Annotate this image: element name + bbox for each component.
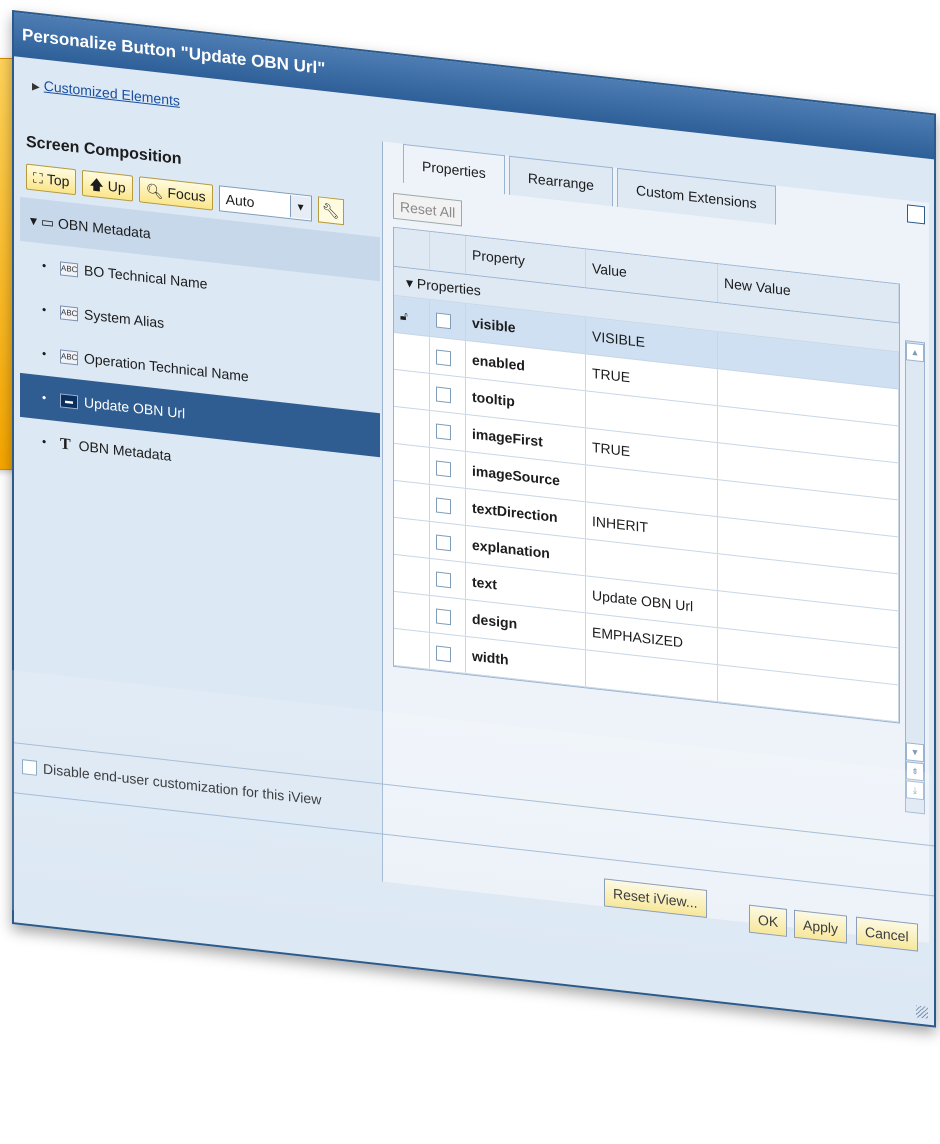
settings-wrench-button[interactable]: 🔧︎ (317, 196, 344, 226)
composition-tree: ▾ ▭ OBN Metadata • ABC BO Technical Name … (20, 196, 380, 501)
check-cell (430, 595, 466, 636)
tree-label: Update OBN Url (84, 394, 186, 422)
abc-field-icon: ABC (60, 349, 78, 366)
check-cell (430, 410, 466, 451)
lock-cell (394, 554, 430, 595)
tree-label: OBN Metadata (58, 215, 151, 242)
row-checkbox[interactable] (436, 312, 451, 330)
stage: Personalize Button "Update OBN Url" ▶ Cus… (0, 0, 940, 1144)
tree-label: Operation Technical Name (84, 350, 249, 385)
top-label: Top (46, 170, 70, 190)
abc-field-icon: ABC (60, 305, 78, 322)
text-icon: T (60, 435, 71, 454)
arrow-up-icon: 🡅 (89, 175, 104, 194)
customized-elements-row: ▶ Customized Elements (32, 76, 180, 109)
bullet-icon: • (42, 302, 47, 317)
check-cell (430, 447, 466, 488)
check-cell (430, 299, 466, 340)
lock-cell (394, 480, 430, 521)
focus-button[interactable]: 🔍︎ Focus (138, 176, 213, 211)
tab-rearrange[interactable]: Rearrange (508, 155, 613, 207)
row-checkbox[interactable] (436, 608, 451, 626)
row-checkbox[interactable] (436, 423, 451, 441)
row-checkbox[interactable] (436, 571, 451, 589)
up-button[interactable]: 🡅 Up (82, 169, 133, 202)
tab-custom-extensions[interactable]: Custom Extensions (616, 167, 776, 225)
lock-cell (394, 517, 430, 558)
lock-cell (394, 369, 430, 410)
lock-cell (394, 406, 430, 447)
check-cell (430, 521, 466, 562)
check-cell (430, 558, 466, 599)
bullet-icon: • (42, 434, 47, 449)
lock-cell (394, 443, 430, 484)
row-checkbox[interactable] (436, 349, 451, 367)
folder-icon: ▭ (40, 213, 55, 231)
row-checkbox[interactable] (436, 460, 451, 478)
row-checkbox[interactable] (436, 497, 451, 515)
lock-cell: 🔓︎ (394, 295, 430, 336)
tab-properties[interactable]: Properties (403, 143, 505, 195)
scroll-down-icon[interactable]: ▼ (906, 742, 924, 763)
row-checkbox[interactable] (436, 645, 451, 663)
maximize-icon[interactable] (907, 204, 925, 225)
button-icon: ▬ (60, 393, 78, 410)
hierarchy-icon: ⛶ (33, 169, 43, 187)
properties-table: Property Value New Value ▾ Properties 🔓︎… (393, 226, 900, 724)
group-label: Properties (416, 275, 481, 299)
collapse-triangle-icon[interactable]: ▾ (406, 274, 413, 291)
header-check-col (430, 231, 466, 274)
tree-label: BO Technical Name (84, 262, 208, 292)
auto-select[interactable]: Auto ▼ (218, 185, 312, 222)
customized-elements-link[interactable]: Customized Elements (44, 78, 180, 109)
bullet-icon: • (42, 258, 47, 273)
check-cell (430, 373, 466, 414)
lock-cell (394, 628, 430, 669)
check-cell (430, 484, 466, 525)
auto-select-value: Auto (225, 190, 255, 211)
bullet-icon: • (42, 346, 47, 361)
header-lock-col (394, 227, 430, 270)
scroll-track[interactable] (906, 361, 924, 743)
abc-field-icon: ABC (60, 261, 78, 278)
top-button[interactable]: ⛶ Top (26, 163, 77, 196)
lock-cell (394, 332, 430, 373)
tree-label: System Alias (84, 306, 165, 332)
row-checkbox[interactable] (436, 534, 451, 552)
tree-label: OBN Metadata (78, 437, 172, 464)
bullet-icon: • (42, 390, 47, 405)
lock-icon[interactable]: 🔓︎ (400, 309, 408, 324)
chevron-down-icon[interactable]: ▼ (289, 195, 311, 220)
magnifier-icon: 🔍︎ (145, 181, 164, 200)
wrench-icon: 🔧︎ (321, 201, 340, 220)
focus-label: Focus (167, 184, 206, 205)
up-label: Up (107, 177, 126, 196)
check-cell (430, 632, 466, 673)
vertical-scrollbar[interactable]: ▲ ▼ ⇟ ⤓ (905, 340, 925, 815)
reset-all-button[interactable]: Reset All (393, 192, 463, 227)
lock-cell (394, 591, 430, 632)
expand-triangle-icon[interactable]: ▶ (32, 81, 40, 93)
check-cell (430, 336, 466, 377)
collapse-triangle-icon[interactable]: ▾ (30, 212, 37, 229)
row-checkbox[interactable] (436, 386, 451, 404)
scroll-up-icon[interactable]: ▲ (906, 342, 924, 363)
